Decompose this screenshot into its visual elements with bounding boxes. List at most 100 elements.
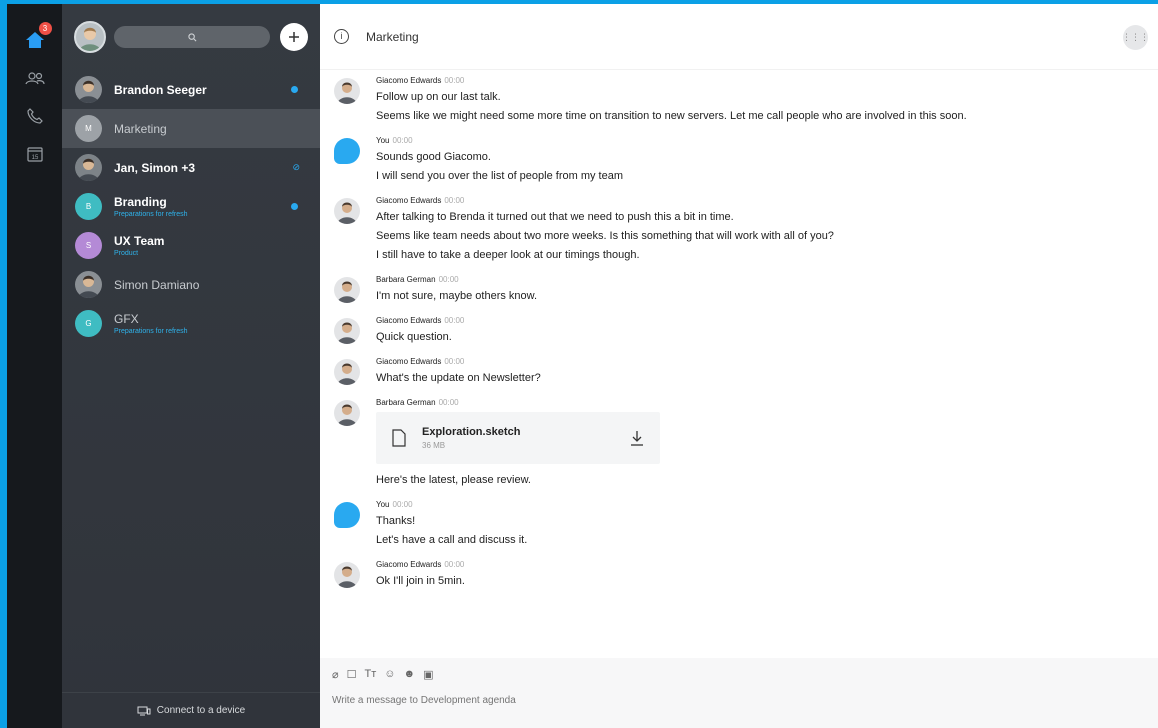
conversation-text: Marketing: [114, 122, 167, 136]
message-avatar[interactable]: [334, 277, 360, 303]
message-body: You 00:00 Thanks! Let's have a call and dis…: [376, 500, 1158, 552]
home-button[interactable]: 3: [21, 22, 52, 54]
message-text: Quick question.: [376, 331, 452, 343]
user-avatar[interactable]: [74, 21, 106, 53]
calls-button[interactable]: [21, 102, 49, 130]
message-body: Barbara German 00:00 Exploration.sketch 36 …: [376, 398, 1158, 492]
message-text: Seems like team needs about two more wee…: [376, 230, 834, 242]
message: Giacomo Edwards 00:00 Quick question.: [320, 316, 1158, 349]
unread-dot: [291, 86, 298, 93]
message-avatar[interactable]: [334, 318, 360, 344]
message-time: 00:00: [444, 196, 465, 205]
message-author: Giacomo Edwards: [376, 196, 442, 205]
text-format-icon[interactable]: Tт: [365, 668, 377, 681]
conversation-name: Branding: [114, 195, 167, 209]
download-icon[interactable]: [630, 430, 644, 446]
app-window: 3 15 Brandon Seeger M Marketing Jan, Sim…: [7, 4, 1158, 728]
message-avatar[interactable]: [334, 400, 360, 426]
conversation-item[interactable]: Jan, Simon +3 ⊘: [62, 148, 320, 187]
connect-device-button[interactable]: Connect to a device: [62, 692, 320, 728]
gif-icon[interactable]: ▣: [423, 668, 433, 681]
conversation-avatar: M: [75, 115, 102, 142]
message-author: You: [376, 500, 390, 509]
message: You 00:00 Thanks! Let's have a call and dis…: [320, 500, 1158, 552]
conversation-avatar: [75, 271, 102, 298]
muted-icon: ⊘: [292, 162, 300, 172]
message-body: Barbara German 00:00 I'm not sure, maybe o…: [376, 275, 1158, 308]
message: Giacomo Edwards 00:00 What's the update on…: [320, 357, 1158, 390]
message-author: You: [376, 136, 390, 145]
message-avatar[interactable]: [334, 562, 360, 588]
message-time: 00:00: [444, 357, 465, 366]
message-text: What's the update on Newsletter?: [376, 372, 541, 384]
conversation-title: Marketing: [366, 29, 419, 44]
message-author: Barbara German: [376, 275, 436, 284]
search-icon: [187, 32, 196, 41]
file-icon: [392, 429, 406, 447]
message: You 00:00 Sounds good Giacomo. I will send …: [320, 136, 1158, 188]
message-list: Giacomo Edwards 00:00 Follow up on our las…: [320, 70, 1158, 658]
sticker-icon[interactable]: ☻: [404, 668, 416, 681]
grid-icon: ⋮⋮⋮: [1122, 32, 1149, 42]
conversation-item[interactable]: B Branding Preparations for refresh: [62, 187, 320, 226]
info-icon[interactable]: i: [334, 29, 349, 44]
file-info: Exploration.sketch 36 MB: [422, 426, 630, 450]
whiteboard-icon[interactable]: ☐: [347, 668, 357, 681]
conversation-item[interactable]: Simon Damiano: [62, 265, 320, 304]
device-icon: [137, 706, 151, 715]
message: Barbara German 00:00 I'm not sure, maybe o…: [320, 275, 1158, 308]
conversation-name: UX Team: [114, 234, 165, 248]
icon-rail: 3 15: [7, 4, 62, 728]
new-conversation-button[interactable]: [280, 23, 308, 51]
message-body: Giacomo Edwards 00:00 Follow up on our las…: [376, 76, 1158, 128]
file-attachment[interactable]: Exploration.sketch 36 MB: [376, 412, 660, 464]
message-meta: Giacomo Edwards 00:00: [376, 357, 1158, 366]
search-bar[interactable]: [114, 26, 270, 48]
conversation-item[interactable]: G GFX Preparations for refresh: [62, 304, 320, 343]
conversation-avatar: [75, 76, 102, 103]
message-meta: Giacomo Edwards 00:00: [376, 560, 1158, 569]
person-icon: [79, 27, 101, 51]
message-text: Thanks!: [376, 515, 416, 527]
conversation-name: Simon Damiano: [114, 277, 200, 292]
calendar-button[interactable]: 15: [21, 140, 49, 168]
plus-icon: [289, 32, 299, 42]
message-text: Sounds good Giacomo.: [376, 151, 491, 163]
conversation-text: Jan, Simon +3: [114, 161, 195, 175]
conversation-item[interactable]: S UX Team Product: [62, 226, 320, 265]
sidebar-header: [62, 4, 320, 70]
conversation-avatar: B: [75, 193, 102, 220]
unread-dot: [291, 203, 298, 210]
message-meta: Giacomo Edwards 00:00: [376, 316, 1158, 325]
message: Barbara German 00:00 Exploration.sketch 36 …: [320, 398, 1158, 492]
conversation-item[interactable]: Brandon Seeger: [62, 70, 320, 109]
conversation-item[interactable]: M Marketing: [62, 109, 320, 148]
message-avatar[interactable]: [334, 138, 360, 164]
message-text: Let's have a call and discuss it.: [376, 534, 528, 546]
file-size: 36 MB: [422, 441, 446, 450]
message-avatar[interactable]: [334, 198, 360, 224]
conversation-name: Jan, Simon +3: [114, 160, 196, 175]
message-avatar[interactable]: [334, 359, 360, 385]
apps-grid-button[interactable]: ⋮⋮⋮: [1122, 25, 1149, 50]
message-time: 00:00: [392, 500, 413, 509]
message-avatar[interactable]: [334, 502, 360, 528]
connect-device-label: Connect to a device: [156, 705, 246, 716]
conversation-text: Branding Preparations for refresh: [114, 195, 188, 218]
message-body: Giacomo Edwards 00:00 Quick question.: [376, 316, 1158, 349]
contacts-button[interactable]: [21, 64, 49, 92]
conversation-name: Brandon Seeger: [114, 82, 207, 97]
message-author: Giacomo Edwards: [376, 76, 442, 85]
message-avatar[interactable]: [334, 78, 360, 104]
person-icon: [334, 277, 360, 303]
conversation-subtitle: Product: [114, 250, 139, 257]
message-text: Here's the latest, please review.: [376, 474, 531, 486]
message-text: After talking to Brenda it turned out th…: [376, 211, 734, 223]
message-input[interactable]: [332, 695, 932, 706]
message: Giacomo Edwards 00:00 After talking to Bre…: [320, 196, 1158, 267]
emoji-icon[interactable]: ☺: [384, 668, 395, 681]
message-time: 00:00: [392, 136, 413, 145]
attachment-icon[interactable]: ⌀: [332, 668, 339, 681]
message-body: Giacomo Edwards 00:00 Ok I'll join in 5min…: [376, 560, 1158, 593]
message-time: 00:00: [444, 76, 465, 85]
